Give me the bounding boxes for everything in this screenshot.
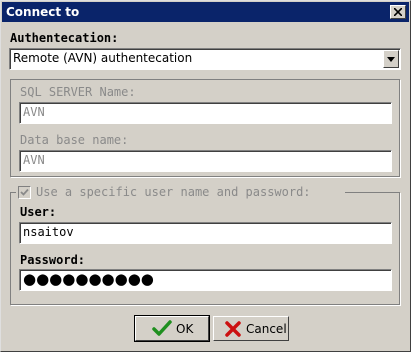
auth-select-value: Remote (AVN) authentecation: [13, 51, 193, 65]
window-title: Connect to: [6, 5, 80, 19]
user-input[interactable]: nsaitov: [19, 222, 392, 244]
checkmark-icon: [20, 188, 29, 196]
title-bar[interactable]: Connect to: [2, 2, 409, 22]
cancel-label: Cancel: [246, 322, 287, 336]
auth-dropdown-button[interactable]: [383, 50, 399, 68]
user-value: nsaitov: [23, 225, 74, 239]
auth-select[interactable]: Remote (AVN) authentecation: [9, 48, 401, 70]
user-label: User:: [20, 205, 57, 219]
use-specific-checkbox[interactable]: [18, 186, 31, 199]
password-value: ●●●●●●●●●●: [23, 270, 154, 288]
cancel-button[interactable]: Cancel: [213, 316, 289, 341]
database-label: Data base name:: [20, 133, 129, 147]
ok-label: OK: [176, 322, 194, 336]
use-specific-label: Use a specific user name and password:: [36, 185, 311, 199]
sql-server-field[interactable]: AVN: [19, 102, 392, 124]
sql-server-label: SQL SERVER Name:: [20, 85, 136, 99]
password-label: Password:: [20, 253, 86, 267]
chevron-down-icon: [387, 57, 395, 62]
sql-server-value: AVN: [23, 105, 45, 119]
cancel-x-icon: [225, 321, 241, 337]
close-icon: [394, 8, 402, 16]
connect-dialog: Connect to Authentecation: Remote (AVN) …: [0, 0, 411, 352]
ok-button[interactable]: OK: [134, 315, 210, 342]
database-value: AVN: [23, 153, 45, 167]
credentials-legend: Use a specific user name and password:: [16, 185, 345, 200]
close-button[interactable]: [390, 5, 406, 19]
auth-label: Authentecation:: [10, 31, 119, 45]
checkmark-icon: [152, 320, 172, 336]
password-input[interactable]: ●●●●●●●●●●: [19, 269, 392, 291]
database-field[interactable]: AVN: [19, 150, 392, 172]
